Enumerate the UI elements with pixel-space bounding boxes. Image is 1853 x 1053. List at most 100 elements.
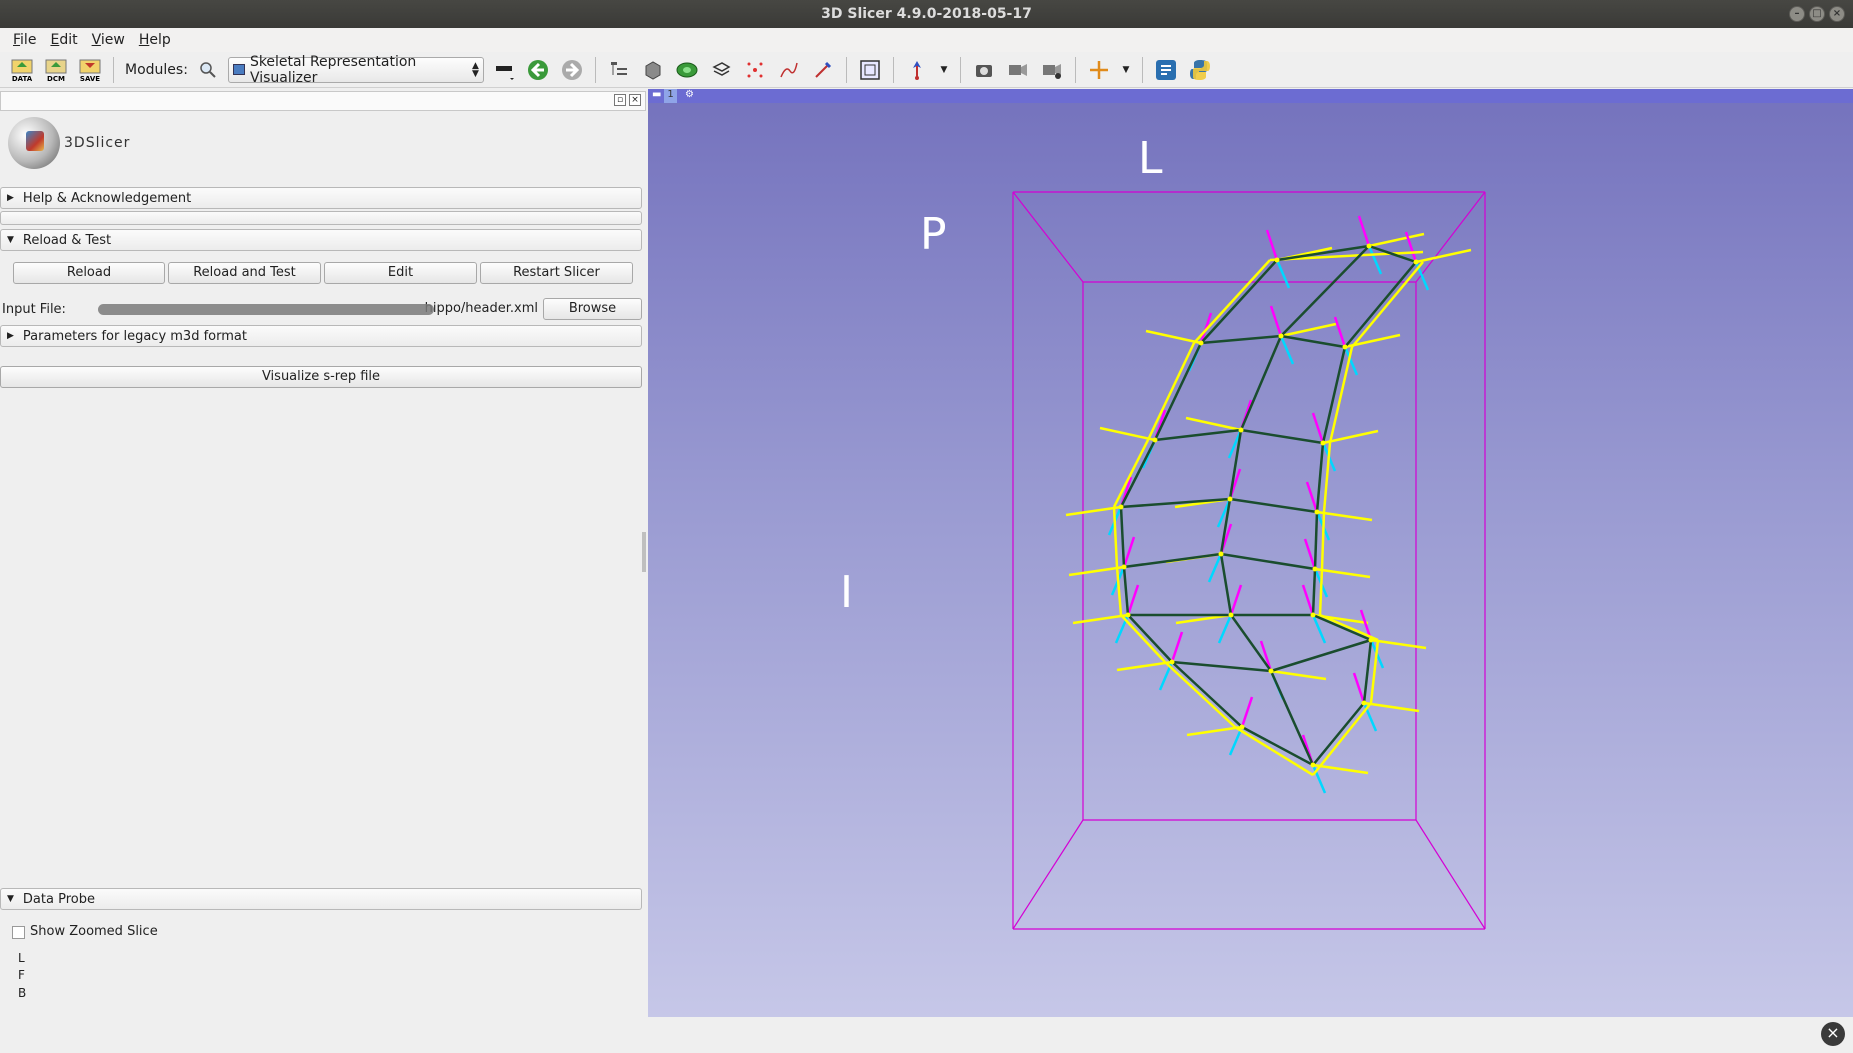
- dropdown-arrow-icon[interactable]: ▼: [937, 56, 951, 84]
- browse-button[interactable]: Browse: [543, 298, 642, 320]
- extension-manager-icon[interactable]: [1152, 56, 1180, 84]
- srep-node: [1218, 551, 1224, 557]
- restart-slicer-button[interactable]: Restart Slicer: [480, 262, 633, 284]
- srep-boundary: [1320, 511, 1326, 570]
- section-legacy-m3d[interactable]: ▶ Parameters for legacy m3d format: [0, 325, 642, 347]
- srep-mesh-edge: [1153, 342, 1203, 441]
- section-label: Help & Acknowledgement: [22, 190, 192, 206]
- layout-icon[interactable]: [856, 56, 884, 84]
- srep-spoke: [1217, 614, 1233, 644]
- data-text: DATA: [12, 75, 33, 83]
- srep-mesh-edge: [1311, 568, 1317, 616]
- menu-file[interactable]: File: [6, 32, 43, 48]
- updown-arrows-icon: ▲ ▼: [472, 60, 479, 79]
- srep-boundary: [1351, 261, 1424, 348]
- segment-editor-icon[interactable]: [809, 56, 837, 84]
- srep-spoke: [1333, 316, 1347, 348]
- python-console-icon[interactable]: [1186, 56, 1214, 84]
- forward-arrow-icon[interactable]: [558, 56, 586, 84]
- load-data-icon[interactable]: DATA: [8, 56, 36, 84]
- expanded-triangle-icon: ▼: [7, 894, 14, 904]
- crosshair-icon[interactable]: [1085, 56, 1113, 84]
- close-icon[interactable]: ×: [1829, 6, 1845, 22]
- scene-view-icon[interactable]: [1004, 56, 1032, 84]
- pin-icon[interactable]: ▬: [652, 89, 661, 100]
- srep-spoke: [1275, 259, 1291, 289]
- toolbar-separator: [845, 56, 847, 83]
- 3d-view-controller-bar[interactable]: ▬ 1 ⚙: [648, 89, 1853, 103]
- screenshot-icon[interactable]: [970, 56, 998, 84]
- logo-text: 3DSlicer: [64, 135, 131, 151]
- 3d-view[interactable]: L P I: [648, 89, 1853, 1017]
- module-search-icon[interactable]: [194, 56, 222, 84]
- reload-button[interactable]: Reload: [13, 262, 165, 284]
- probe-L: L: [18, 951, 25, 965]
- view-number: 1: [664, 89, 677, 103]
- srep-mesh-edge: [1315, 442, 1325, 513]
- models-module-icon[interactable]: [673, 56, 701, 84]
- srep-boundary: [1234, 725, 1314, 777]
- module-selector[interactable]: Skeletal Representation Visualizer ▲ ▼: [227, 54, 484, 86]
- section-reload-test[interactable]: ▼ Reload & Test: [0, 229, 642, 251]
- volumes-module-icon[interactable]: [639, 56, 667, 84]
- srep-node: [1342, 344, 1348, 350]
- srep-spoke: [1145, 329, 1202, 345]
- section-help-acknowledgement[interactable]: ▶ Help & Acknowledgement: [0, 187, 642, 209]
- view-settings-icon[interactable]: ⚙: [685, 89, 694, 100]
- minimize-icon[interactable]: –: [1789, 6, 1805, 22]
- slicer-logo: [8, 117, 60, 169]
- markups-module-icon[interactable]: [741, 56, 769, 84]
- transforms-module-icon[interactable]: [707, 56, 735, 84]
- srep-mesh-edge: [1269, 670, 1315, 766]
- maximize-icon[interactable]: □: [1809, 6, 1825, 22]
- reload-and-test-button[interactable]: Reload and Test: [168, 262, 321, 284]
- srep-spoke: [1301, 584, 1315, 616]
- input-file-path[interactable]: hippo/header.xml: [98, 299, 538, 319]
- srep-boundary: [1318, 568, 1324, 616]
- panel-splitter[interactable]: [642, 532, 646, 572]
- srep-mesh-edge: [1229, 497, 1318, 514]
- error-log-icon[interactable]: ×: [1821, 1022, 1845, 1046]
- mouse-mode-icon[interactable]: [903, 56, 931, 84]
- menu-edit[interactable]: Edit: [43, 32, 84, 48]
- toolbar-separator: [892, 56, 894, 83]
- srep-spoke: [1170, 631, 1184, 663]
- srep-spoke: [1370, 638, 1427, 650]
- srep-mesh-edge: [1123, 552, 1222, 569]
- toolbar-separator: [959, 56, 961, 83]
- menu-help[interactable]: Help: [132, 32, 178, 48]
- load-dicom-icon[interactable]: DCM: [42, 56, 70, 84]
- srep-spoke: [1305, 481, 1319, 513]
- edit-button[interactable]: Edit: [324, 262, 477, 284]
- srep-mesh-edge: [1200, 259, 1278, 344]
- restore-scene-icon[interactable]: [1038, 56, 1066, 84]
- srep-boundary: [1112, 439, 1150, 508]
- back-arrow-icon[interactable]: [524, 56, 552, 84]
- data-module-icon[interactable]: [605, 56, 633, 84]
- srep-node: [1320, 440, 1326, 446]
- srep-mesh-edge: [1171, 661, 1243, 728]
- module-panel-header: ▫ ×: [0, 91, 646, 111]
- srep-node: [1274, 257, 1280, 263]
- window-titlebar: 3D Slicer 4.9.0-2018-05-17 – □ ×: [0, 0, 1853, 28]
- srep-spoke: [1116, 660, 1173, 672]
- menu-view[interactable]: View: [85, 32, 132, 48]
- srep-node: [1118, 504, 1124, 510]
- float-icon[interactable]: ▫: [614, 94, 626, 106]
- collapsed-triangle-icon: ▶: [7, 331, 14, 341]
- menubar: File Edit View Help: [0, 28, 1853, 52]
- srep-node: [1310, 762, 1316, 768]
- save-data-icon[interactable]: SAVE: [76, 56, 104, 84]
- editor-module-icon[interactable]: [775, 56, 803, 84]
- visualize-srep-button[interactable]: Visualize s-rep file: [0, 366, 642, 388]
- help-content-collapsed: [0, 211, 642, 225]
- srep-node: [1228, 612, 1234, 618]
- srep-mesh-edge: [1219, 553, 1233, 616]
- close-panel-icon[interactable]: ×: [629, 94, 641, 106]
- show-zoomed-checkbox[interactable]: [12, 926, 25, 939]
- srep-mesh-edge: [1313, 511, 1319, 570]
- module-history-icon[interactable]: [490, 56, 518, 84]
- section-data-probe[interactable]: ▼ Data Probe: [0, 888, 642, 910]
- toolbar-separator: [113, 56, 114, 83]
- crosshair-dropdown-icon[interactable]: ▼: [1119, 56, 1133, 84]
